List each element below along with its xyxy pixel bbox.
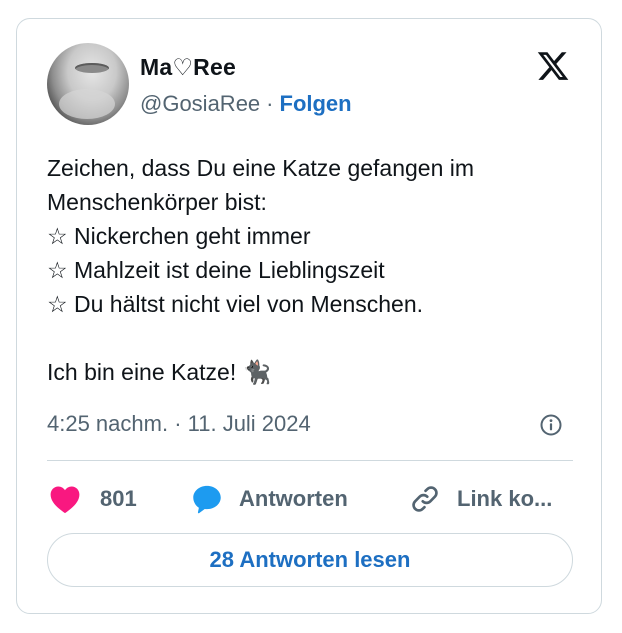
reply-button[interactable]: Antworten <box>191 479 348 519</box>
author-handle-row: @GosiaRee · Folgen <box>140 91 352 117</box>
follow-link[interactable]: Folgen <box>280 91 352 116</box>
tweet-actions-bar: 801 Antworten Link ko... <box>47 479 577 519</box>
speech-bubble-icon <box>193 485 221 514</box>
info-icon[interactable] <box>539 413 563 437</box>
divider <box>47 460 573 461</box>
reply-label: Antworten <box>239 486 348 511</box>
author-handle[interactable]: @GosiaRee <box>140 91 260 116</box>
copy-link-label: Link ko... <box>457 486 553 511</box>
avatar-photo-detail <box>75 63 109 73</box>
separator-dot: · <box>266 91 274 116</box>
heart-icon <box>50 486 80 514</box>
read-replies-button[interactable]: 28 Antworten lesen <box>47 533 573 587</box>
avatar[interactable] <box>47 43 129 125</box>
like-button[interactable]: 801 <box>49 479 137 519</box>
avatar-photo-shade <box>59 89 115 119</box>
x-logo-icon[interactable] <box>535 49 571 83</box>
link-icon <box>412 486 438 512</box>
embedded-tweet-card: Ma♡Ree @GosiaRee · Folgen Zeichen, dass Du… <box>16 18 602 614</box>
like-count: 801 <box>100 486 137 511</box>
tweet-text: Zeichen, dass Du eine Katze gefangen im … <box>47 155 475 385</box>
author-display-name[interactable]: Ma♡Ree <box>140 54 236 81</box>
tweet-timestamp[interactable]: 4:25 nachm. · 11. Juli 2024 <box>47 411 311 437</box>
copy-link-button[interactable]: Link ko... <box>409 479 552 519</box>
